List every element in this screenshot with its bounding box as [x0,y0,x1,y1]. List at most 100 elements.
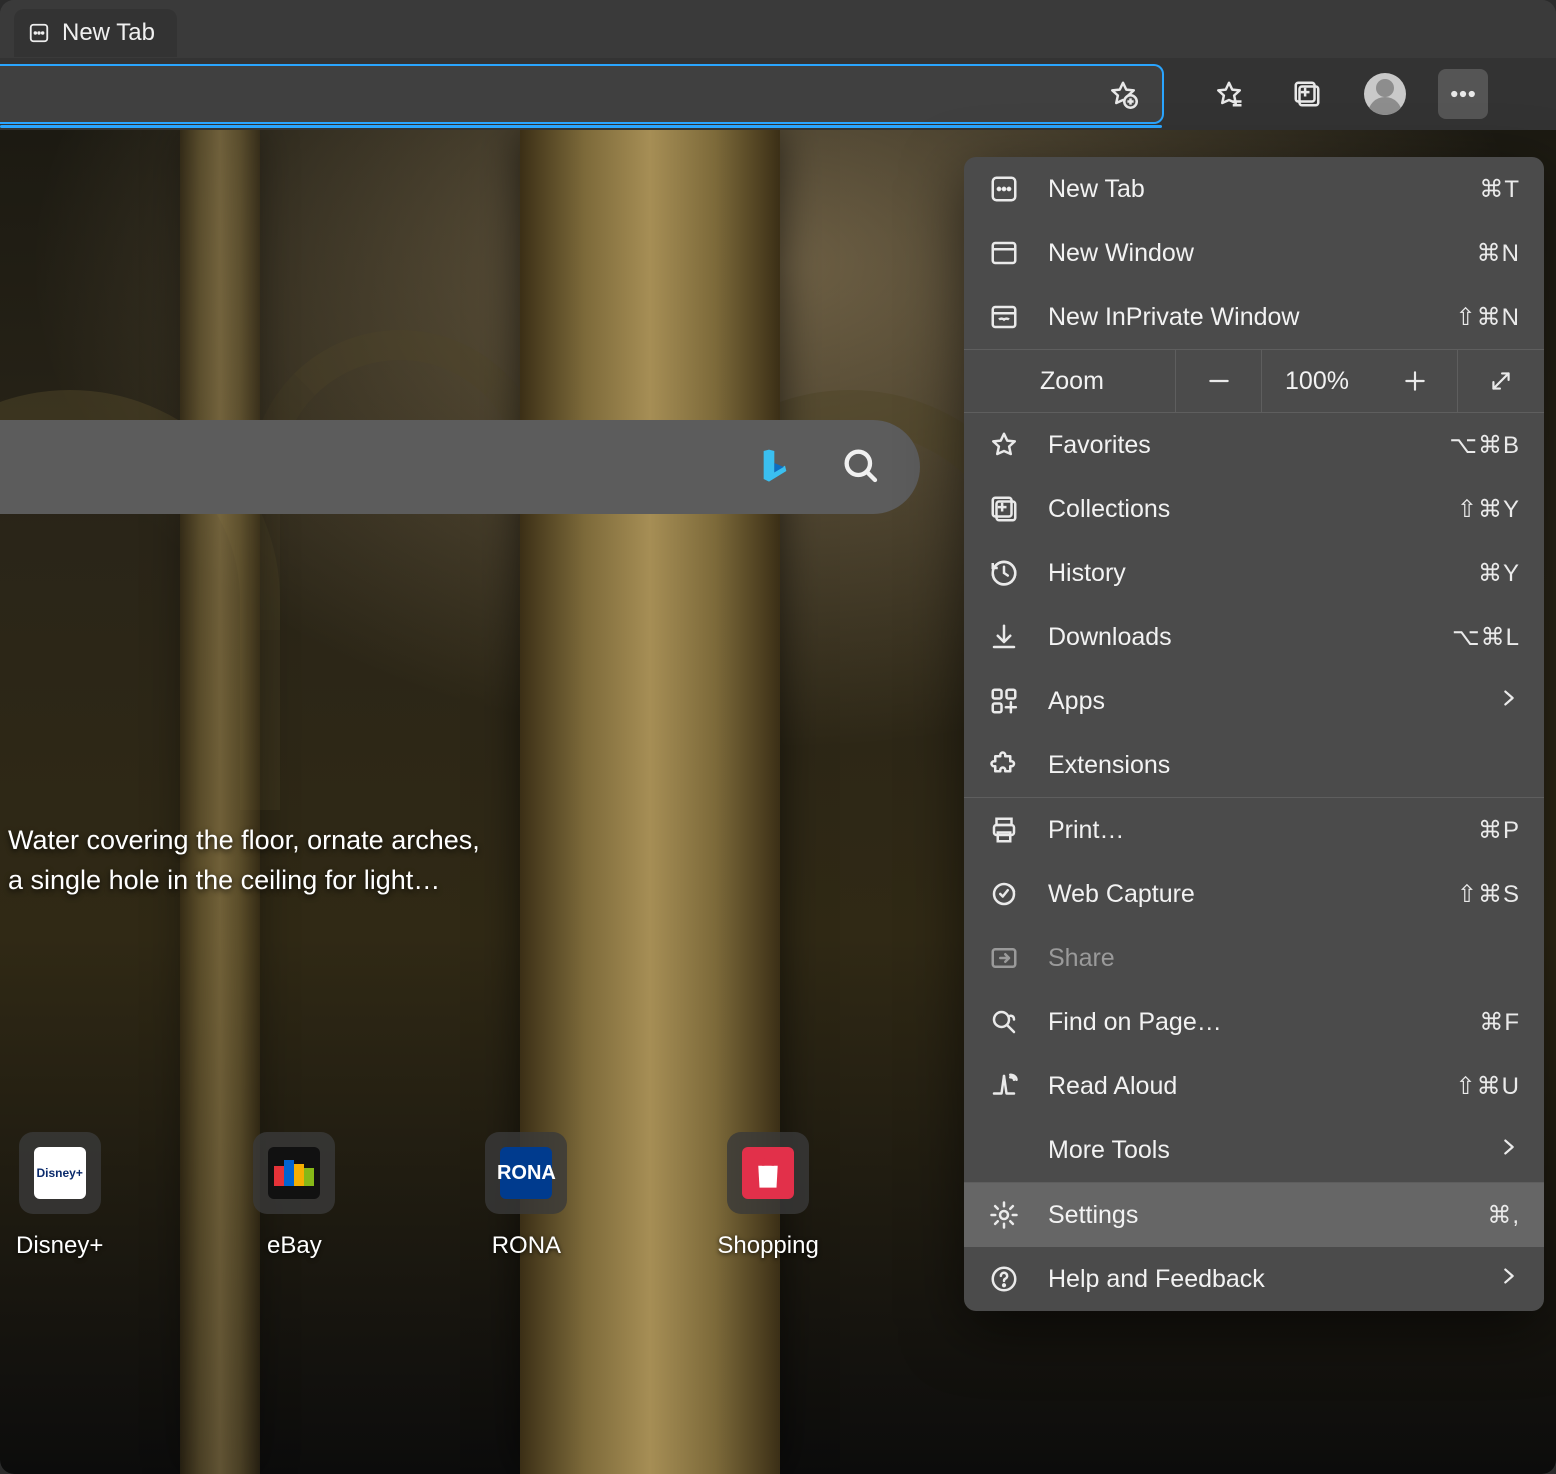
menu-item-label: Help and Feedback [1048,1265,1472,1294]
tile-label: eBay [267,1232,322,1260]
more-menu: New Tab ⌘T New Window ⌘N New InPrivate Windo… [964,157,1544,1311]
inprivate-icon [986,299,1022,335]
collections-icon [986,491,1022,527]
image-caption: Water covering the floor, ornate arches,… [8,820,480,900]
menu-item-shortcut: ⌘Y [1478,559,1520,588]
chevron-right-icon [1498,687,1520,716]
menu-item-apps[interactable]: Apps [964,669,1544,733]
search-icon[interactable] [840,445,880,490]
menu-item-label: More Tools [1048,1136,1472,1165]
menu-item-label: New InPrivate Window [1048,303,1430,332]
menu-item-label: New Window [1048,239,1451,268]
add-favorite-button[interactable] [1098,69,1148,119]
web-capture-icon [986,876,1022,912]
favorites-icon [986,427,1022,463]
more-menu-button[interactable] [1438,69,1488,119]
quick-links: Disney+Disney+eBayRONARONAShoppingB.Book… [0,1132,1098,1260]
menu-item-label: Print… [1048,816,1452,845]
tile-box [727,1132,809,1214]
menu-item-new-tab[interactable]: New Tab ⌘T [964,157,1544,221]
tile-box: Disney+ [19,1132,101,1214]
quick-link-tile[interactable]: eBay [253,1132,335,1260]
tile-favicon [268,1147,320,1199]
menu-item-share: Share [964,926,1544,990]
tab-title: New Tab [62,19,155,47]
print-icon [986,812,1022,848]
favorites-button[interactable] [1204,69,1254,119]
extensions-icon [986,747,1022,783]
tile-favicon [742,1147,794,1199]
menu-item-shortcut: ⌘, [1487,1201,1520,1230]
zoom-in-button[interactable] [1372,350,1458,412]
find-icon [986,1004,1022,1040]
tile-box [253,1132,335,1214]
quick-link-tile[interactable]: RONA RONA [485,1132,567,1260]
browser-window: New Tab [0,0,1556,1474]
menu-item-label: Favorites [1048,431,1423,460]
tab-strip: New Tab [0,0,1556,58]
toolbar [0,58,1556,130]
menu-item-shortcut: ⌘N [1477,239,1520,268]
menu-item-shortcut: ⇧⌘S [1457,880,1520,909]
downloads-icon [986,619,1022,655]
bing-icon [760,447,794,487]
menu-item-settings[interactable]: Settings⌘, [964,1183,1544,1247]
zoom-row: Zoom100% [964,349,1544,413]
new-tab-icon [986,171,1022,207]
apps-icon [986,683,1022,719]
caption-line: a single hole in the ceiling for light… [8,860,480,900]
quick-link-tile[interactable]: Disney+Disney+ [16,1132,103,1260]
chevron-right-icon [1498,1136,1520,1165]
zoom-label: Zoom [964,350,1176,412]
menu-item-shortcut: ⌘P [1478,816,1520,845]
quick-link-tile[interactable]: Shopping [717,1132,818,1260]
menu-item-label: Share [1048,944,1520,973]
menu-item-label: Find on Page… [1048,1008,1453,1037]
menu-item-shortcut: ⌥⌘L [1452,623,1520,652]
menu-item-shortcut: ⇧⌘N [1456,303,1520,332]
share-icon [986,940,1022,976]
menu-item-label: New Tab [1048,175,1453,204]
new-tab-icon [28,22,50,44]
menu-item-history[interactable]: History⌘Y [964,541,1544,605]
tile-box: RONA [485,1132,567,1214]
avatar-icon [1364,73,1406,115]
tab-new-tab[interactable]: New Tab [14,9,177,57]
tile-label: RONA [492,1232,561,1260]
menu-item-print[interactable]: Print… ⌘P [964,798,1544,862]
menu-item-collections[interactable]: Collections⇧⌘Y [964,477,1544,541]
menu-item-label: Apps [1048,687,1472,716]
tile-label: Shopping [717,1232,818,1260]
menu-item-downloads[interactable]: Downloads⌥⌘L [964,605,1544,669]
menu-item-extensions[interactable]: Extensions [964,733,1544,797]
help-icon [986,1261,1022,1297]
menu-item-label: Extensions [1048,751,1520,780]
profile-button[interactable] [1360,69,1410,119]
menu-item-shortcut: ⌥⌘B [1449,431,1520,460]
menu-item-new-window[interactable]: New Window ⌘N [964,221,1544,285]
history-icon [986,555,1022,591]
caption-line: Water covering the floor, ornate arches, [8,820,480,860]
collections-button[interactable] [1282,69,1332,119]
fullscreen-button[interactable] [1458,350,1544,412]
menu-item-shortcut: ⌘F [1479,1008,1520,1037]
new-window-icon [986,235,1022,271]
menu-item-help-and-feedback[interactable]: Help and Feedback [964,1247,1544,1311]
search-box[interactable] [0,420,920,514]
bg-pillar [180,130,260,1474]
menu-item-shortcut: ⌘T [1479,175,1520,204]
menu-item-label: Web Capture [1048,880,1431,909]
menu-item-shortcut: ⇧⌘U [1456,1072,1520,1101]
menu-item-read-aloud[interactable]: Read Aloud ⇧⌘U [964,1054,1544,1118]
menu-item-more-tools[interactable]: More Tools [964,1118,1544,1182]
menu-item-find-on-page[interactable]: Find on Page… ⌘F [964,990,1544,1054]
menu-item-label: Read Aloud [1048,1072,1430,1101]
zoom-out-button[interactable] [1176,350,1262,412]
menu-item-web-capture[interactable]: Web Capture ⇧⌘S [964,862,1544,926]
menu-item-new-inprivate-window[interactable]: New InPrivate Window ⇧⌘N [964,285,1544,349]
menu-item-shortcut: ⇧⌘Y [1457,495,1520,524]
address-bar[interactable] [0,64,1164,124]
menu-item-favorites[interactable]: Favorites ⌥⌘B [964,413,1544,477]
blank-icon [986,1132,1022,1168]
settings-icon [986,1197,1022,1233]
